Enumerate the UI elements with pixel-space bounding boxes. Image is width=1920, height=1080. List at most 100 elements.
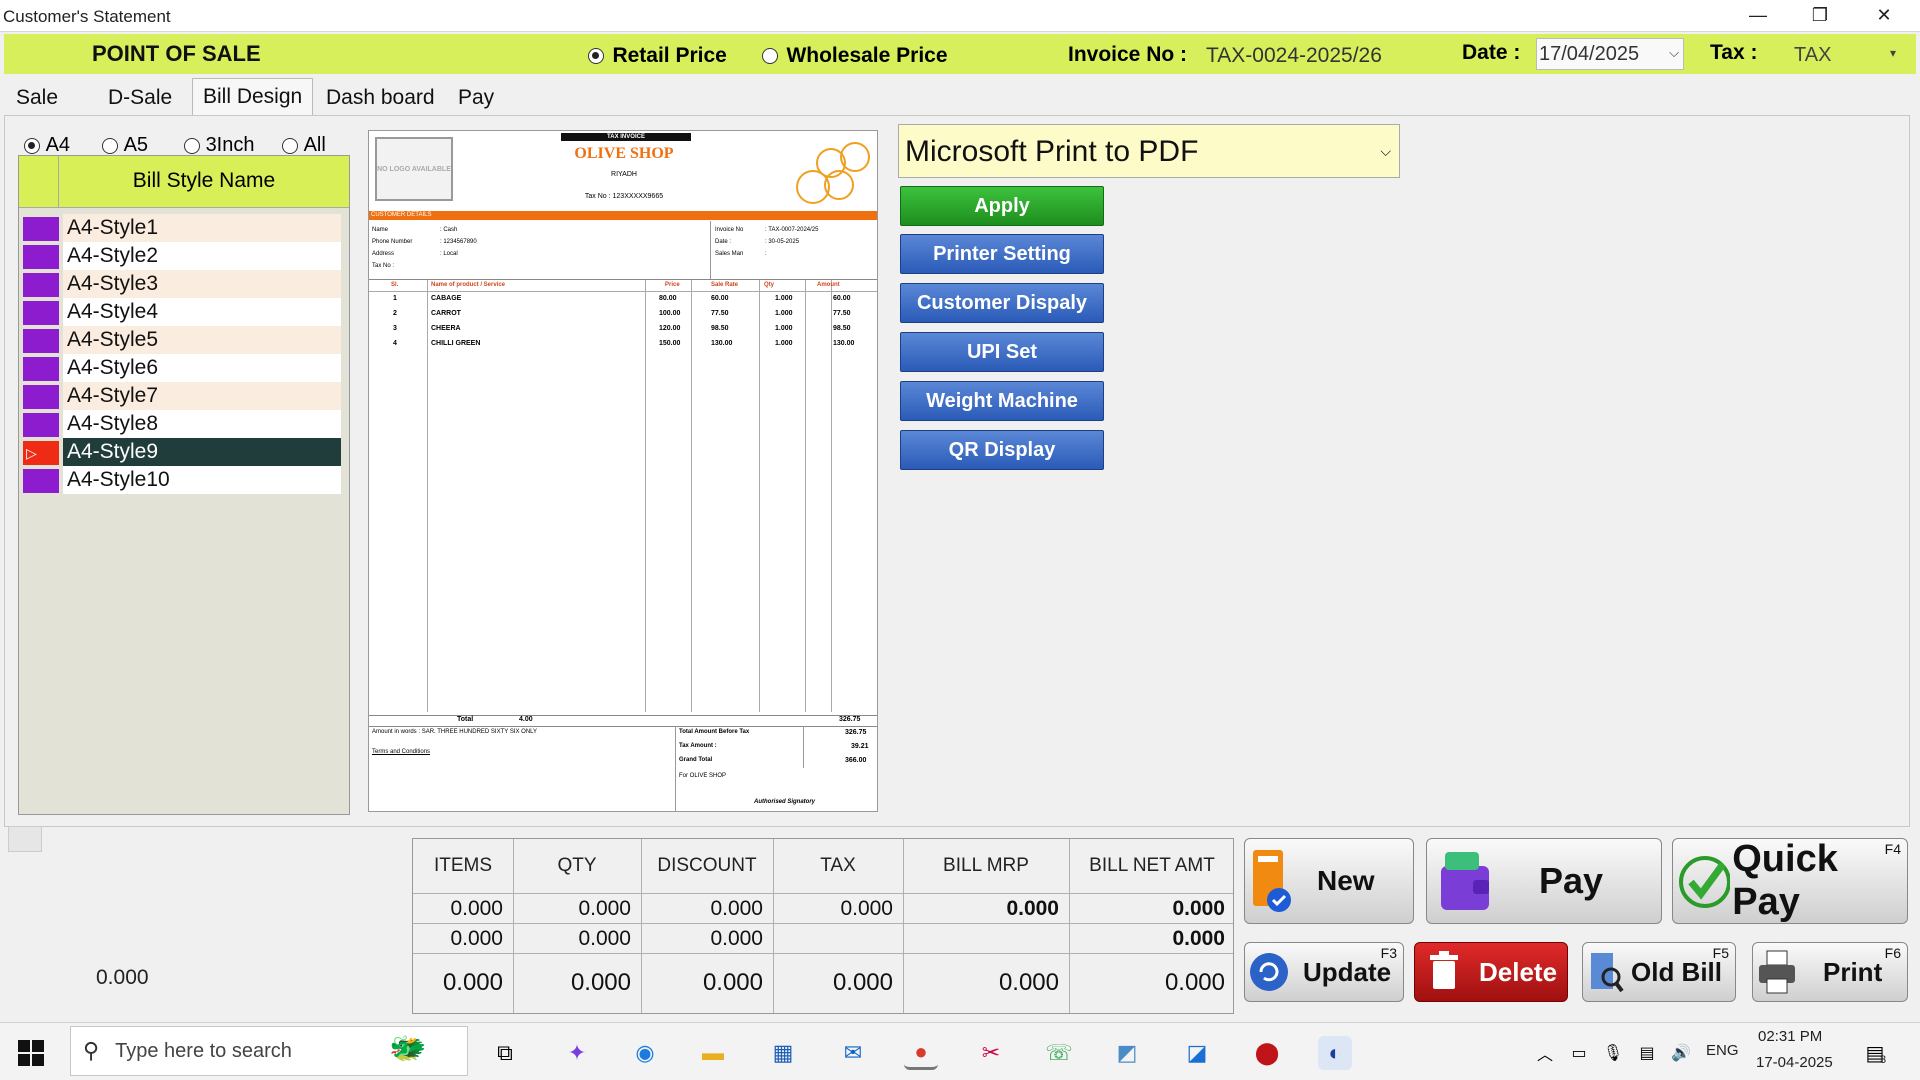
bill-style-row[interactable]: A4-Style3 (19, 270, 341, 298)
notes-icon[interactable]: ◩ (1110, 1036, 1144, 1070)
restore-button[interactable]: ❐ (1790, 0, 1850, 30)
task-view-icon[interactable]: ⧉ (488, 1036, 522, 1070)
bill-style-row[interactable]: A4-Style1 (19, 214, 341, 242)
pos-app-icon[interactable]: ◐ (1318, 1036, 1352, 1070)
bill-style-row[interactable]: A4-Style8 (19, 410, 341, 438)
bill-style-row[interactable]: A4-Style2 (19, 242, 341, 270)
upi-set-button[interactable]: UPI Set (900, 332, 1104, 372)
tax-label: Tax : (1710, 41, 1758, 64)
customer-details: Name: Cash Phone Number: 1234567890 Addres… (372, 227, 712, 277)
tab-bill-design[interactable]: Bill Design (192, 78, 314, 116)
item-column-header: Name of product / Service (431, 282, 506, 288)
store-icon[interactable]: ▦ (766, 1036, 800, 1070)
customer-field-value: : Local (440, 251, 458, 257)
summary-header: BILL MRP (943, 855, 1029, 876)
retail-price-radio[interactable]: Retail Price (588, 44, 727, 68)
print-button[interactable]: Print F6 (1752, 942, 1908, 1002)
pay-button[interactable]: Pay (1426, 838, 1662, 924)
outlook-icon[interactable]: ✉ (836, 1036, 870, 1070)
wholesale-price-radio[interactable]: Wholesale Price (762, 44, 948, 68)
app-red-icon[interactable]: ⬤ (1250, 1036, 1284, 1070)
bill-style-row[interactable]: A4-Style5 (19, 326, 341, 354)
copilot-icon[interactable]: ✦ (560, 1036, 594, 1070)
paper-3inch-label: 3Inch (205, 134, 255, 157)
amount-in-words: Amount in words : SAR. THREE HUNDRED SIX… (372, 729, 538, 735)
volume-icon[interactable]: 🔊 (1664, 1036, 1698, 1070)
tab-d-sale[interactable]: D-Sale (98, 80, 182, 116)
tax-select[interactable]: TAX ▾ (1786, 38, 1900, 70)
radio-unselected-icon (762, 48, 778, 64)
search-placeholder: Type here to search (115, 1039, 292, 1062)
update-button[interactable]: Update F3 (1244, 942, 1404, 1002)
bill-style-row[interactable]: A4-Style10 (19, 466, 341, 494)
snipping-tool-icon[interactable]: ✂ (974, 1036, 1008, 1070)
apply-button[interactable]: Apply (900, 186, 1104, 226)
microphone-icon[interactable]: 🎙 (1596, 1036, 1630, 1070)
summary-cell: 0.000 (1006, 897, 1059, 920)
old-bill-button[interactable]: Old Bill F5 (1582, 942, 1736, 1002)
meet-now-icon[interactable]: ▭ (1562, 1036, 1596, 1070)
taskbar-search-box[interactable]: ⚲ Type here to search 🐲 (70, 1026, 468, 1076)
item-cell: 1.000 (775, 295, 793, 302)
clock-date[interactable]: 17-04-2025 (1756, 1054, 1833, 1071)
network-icon[interactable]: ▤ (1630, 1036, 1664, 1070)
qr-display-button[interactable]: QR Display (900, 430, 1104, 470)
tab-sale[interactable]: Sale (6, 80, 68, 116)
whatsapp-icon[interactable]: ☏ (1042, 1036, 1076, 1070)
item-cell: 98.50 (711, 325, 729, 332)
style-color-swatch (23, 413, 59, 437)
item-cell: 77.50 (833, 310, 851, 317)
windows-start-icon[interactable] (18, 1040, 44, 1066)
bill-style-row[interactable]: A4-Style7 (19, 382, 341, 410)
language-indicator[interactable]: ENG (1706, 1042, 1739, 1059)
date-value: 17/04/2025 (1539, 43, 1640, 65)
row-selector-icon: ▷ (23, 441, 59, 465)
paper-a4-radio[interactable]: A4 (24, 134, 70, 157)
file-explorer-icon[interactable]: ▬ (696, 1036, 730, 1070)
summary-header: QTY (557, 855, 597, 876)
table-divider (645, 280, 646, 712)
bill-style-row[interactable]: ▷ A4-Style9 (19, 438, 341, 466)
item-cell: 98.50 (833, 325, 851, 332)
bill-style-row[interactable]: A4-Style4 (19, 298, 341, 326)
new-label: New (1317, 865, 1375, 896)
close-button[interactable]: ✕ (1854, 0, 1914, 30)
printer-select[interactable]: Microsoft Print to PDF ⌵ (898, 124, 1400, 178)
minimize-button[interactable]: — (1728, 0, 1788, 30)
summary-cell: 0.000 (840, 897, 893, 920)
app-blue-icon[interactable]: ◪ (1180, 1036, 1214, 1070)
weight-machine-button[interactable]: Weight Machine (900, 381, 1104, 421)
chevron-down-icon: ⌵ (1669, 45, 1679, 60)
date-picker[interactable]: 17/04/2025 ⌵ (1536, 38, 1684, 70)
customer-field-label: Address (372, 251, 395, 257)
bill-style-name: A4-Style5 (63, 326, 341, 354)
item-cell: 80.00 (659, 295, 677, 302)
before-tax-label: Total Amount Before Tax (679, 729, 750, 735)
quick-pay-button[interactable]: Quick Pay F4 (1672, 838, 1908, 924)
before-tax-value: 326.75 (845, 729, 867, 736)
summary-cell: 0.000 (1172, 927, 1225, 950)
item-cell: 1 (393, 295, 397, 302)
clock-time[interactable]: 02:31 PM (1758, 1028, 1822, 1045)
new-button[interactable]: New (1244, 838, 1414, 924)
customer-display-button[interactable]: Customer Dispaly (900, 283, 1104, 323)
chevron-up-icon[interactable]: ︿ (1528, 1036, 1562, 1070)
summary-cell: 0.000 (570, 969, 631, 996)
delete-button[interactable]: Delete (1414, 942, 1568, 1002)
style-color-swatch (23, 357, 59, 381)
chrome-icon[interactable]: ● (904, 1036, 938, 1070)
paper-3inch-radio[interactable]: 3Inch (184, 134, 255, 157)
tab-dash-board[interactable]: Dash board (316, 80, 445, 116)
date-label: Date : (1462, 41, 1521, 64)
item-cell: 4 (393, 340, 397, 347)
paper-all-radio[interactable]: All (282, 134, 326, 157)
printer-setting-button[interactable]: Printer Setting (900, 234, 1104, 274)
receipt-search-icon (1591, 953, 1624, 993)
edge-icon[interactable]: ◉ (628, 1036, 662, 1070)
radio-unselected-icon (184, 137, 200, 154)
paper-a5-radio[interactable]: A5 (102, 134, 148, 157)
search-icon: ⚲ (83, 1038, 100, 1063)
notification-icon[interactable]: ▤ (1858, 1036, 1892, 1070)
bill-style-row[interactable]: A4-Style6 (19, 354, 341, 382)
tab-pay[interactable]: Pay (448, 80, 504, 116)
